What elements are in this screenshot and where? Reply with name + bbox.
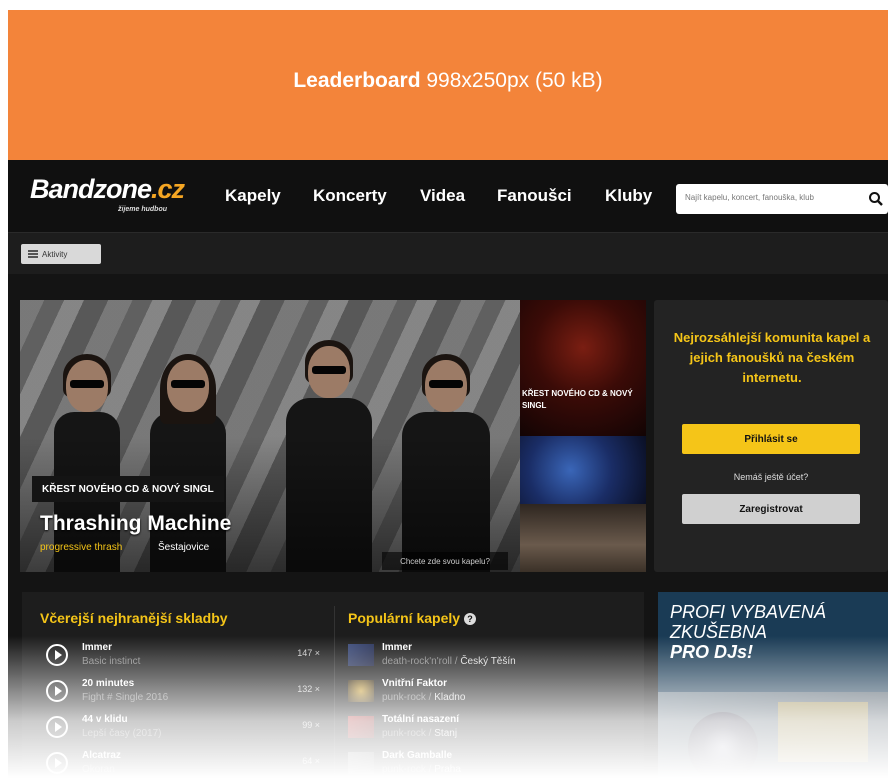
top-tracks-title[interactable]: Včerejší nejhranější skladby (40, 610, 228, 626)
track-name[interactable]: Alcatraz (82, 750, 121, 761)
search-icon[interactable] (867, 190, 885, 208)
slide-thumbnail[interactable] (520, 436, 646, 504)
search-input[interactable]: Najít kapelu, koncert, fanouška, klub (676, 184, 888, 214)
band-row[interactable]: Vnitřní Faktor punk-rock / Kladno (348, 678, 638, 714)
hero-city: Šestajovice (158, 542, 210, 553)
track-row[interactable]: Alcatraz Okoran 64 × (40, 750, 320, 778)
track-play-count: 147 × (297, 648, 320, 658)
track-artist: Basic instinct (82, 656, 141, 667)
slide-thumbnail-caption: KŘEST NOVÉHO CD & NOVÝ SINGL (522, 389, 633, 410)
popular-bands-heading: Populární kapely? (348, 610, 477, 626)
play-icon[interactable] (46, 680, 68, 702)
track-name[interactable]: 44 v klidu (82, 714, 128, 725)
band-avatar[interactable] (348, 680, 374, 702)
band-name[interactable]: Dark Gamballe (382, 750, 452, 761)
slide-thumbnail[interactable] (520, 504, 646, 572)
advertise-band-link[interactable]: Chcete zde svou kapelu? (382, 552, 508, 570)
band-info: punk-rock / Stanj (382, 728, 458, 739)
band-row[interactable]: Dark Gamballe punk-rock / Praha (348, 750, 638, 778)
leaderboard-label: Leaderboard 998x250px (50 kB) (293, 69, 603, 92)
nav-kluby[interactable]: Kluby (605, 186, 652, 206)
ad-line-1: PROFI VYBAVENÁ (670, 602, 827, 622)
track-play-count: 64 × (302, 756, 320, 766)
hero-genre: progressive thrash (40, 542, 123, 553)
signup-panel: Nejrozsáhlejší komunita kapel a jejich f… (654, 300, 888, 572)
list-icon (28, 250, 38, 258)
track-artist: Okoran (82, 764, 115, 775)
band-name[interactable]: Vnitřní Faktor (382, 678, 447, 689)
play-icon[interactable] (46, 716, 68, 738)
bandzone-site: Bandzone.cz žijeme hudbou Kapely Koncert… (8, 160, 888, 778)
track-row[interactable]: 44 v klidu Lepší časy (2017) 99 × (40, 714, 320, 750)
play-icon[interactable] (46, 752, 68, 774)
dj-equipment-image (658, 692, 888, 778)
slide-thumbnail[interactable]: KŘEST NOVÉHO CD & NOVÝ SINGL (520, 300, 646, 436)
ad-line-2: ZKUŠEBNA (670, 622, 768, 642)
track-name[interactable]: 20 minutes (82, 678, 134, 689)
rehearsal-studio-ad[interactable]: PROFI VYBAVENÁ ZKUŠEBNA PRO DJs! (658, 592, 888, 778)
track-row[interactable]: Immer Basic instinct 147 × (40, 642, 320, 678)
register-button[interactable]: Zaregistrovat (682, 494, 860, 524)
hero-band-name[interactable]: Thrashing Machine (40, 512, 231, 536)
band-row[interactable]: Immer death-rock'n'roll / Český Těšín (348, 642, 638, 678)
track-artist: Fight # Single 2016 (82, 692, 169, 703)
leaderboard-ad-placeholder: Leaderboard 998x250px (50 kB) (8, 10, 888, 162)
band-name[interactable]: Immer (382, 642, 412, 653)
band-info: punk-rock / Kladno (382, 692, 466, 703)
nav-videa[interactable]: Videa (420, 186, 465, 206)
band-row[interactable]: Totální nasazení punk-rock / Stanj (348, 714, 638, 750)
band-avatar[interactable] (348, 644, 374, 666)
logo-tagline: žijeme hudbou (118, 206, 167, 213)
bandzone-logo[interactable]: Bandzone.cz (30, 174, 185, 205)
aktivity-button[interactable]: Aktivity (21, 244, 101, 264)
aktivity-label: Aktivity (42, 249, 68, 259)
nav-kapely[interactable]: Kapely (225, 186, 281, 206)
track-name[interactable]: Immer (82, 642, 112, 653)
hero-tag: KŘEST NOVÉHO CD & NOVÝ SINGL (32, 476, 224, 502)
track-artist: Lepší časy (2017) (82, 728, 162, 739)
track-row[interactable]: 20 minutes Fight # Single 2016 132 × (40, 678, 320, 714)
band-avatar[interactable] (348, 716, 374, 738)
hero-slide[interactable]: KŘEST NOVÉHO CD & NOVÝ SINGL Thrashing M… (20, 300, 520, 572)
band-name[interactable]: Totální nasazení (382, 714, 459, 725)
nav-fanousci[interactable]: Fanoušci (497, 186, 572, 206)
top-navigation-bar: Bandzone.cz žijeme hudbou Kapely Koncert… (8, 160, 888, 232)
signup-headline: Nejrozsáhlejší komunita kapel a jejich f… (673, 330, 871, 385)
charts-panel: Včerejší nejhranější skladby Populární k… (22, 592, 644, 778)
band-info: death-rock'n'roll / Český Těšín (382, 656, 516, 667)
slide-thumbnails: KŘEST NOVÉHO CD & NOVÝ SINGL (520, 300, 646, 572)
band-avatar[interactable] (348, 752, 374, 774)
play-icon[interactable] (46, 644, 68, 666)
nav-koncerty[interactable]: Koncerty (313, 186, 387, 206)
sub-toolbar: Aktivity (8, 232, 888, 274)
search-placeholder: Najít kapelu, koncert, fanouška, klub (685, 193, 814, 202)
popular-bands-title[interactable]: Populární kapely (348, 610, 460, 626)
track-play-count: 132 × (297, 684, 320, 694)
login-button[interactable]: Přihlásit se (682, 424, 860, 454)
ad-line-3: PRO DJs! (670, 642, 754, 662)
help-icon[interactable]: ? (464, 613, 477, 626)
band-info: punk-rock / Praha (382, 764, 461, 775)
no-account-text: Nemáš ještě účet? (733, 472, 809, 482)
track-play-count: 99 × (302, 720, 320, 730)
